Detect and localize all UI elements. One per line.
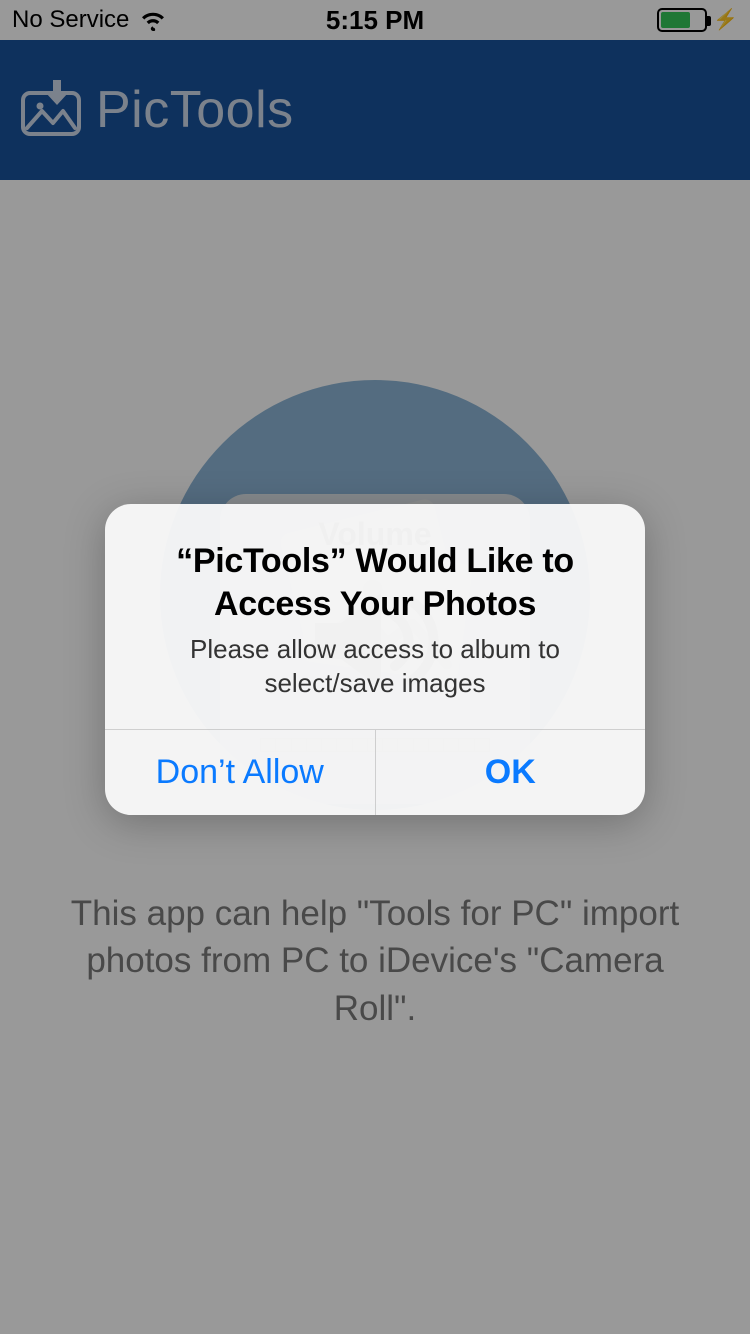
dont-allow-button[interactable]: Don’t Allow [105,730,375,815]
alert-title: “PicTools” Would Like to Access Your Pho… [135,540,615,625]
alert-body: “PicTools” Would Like to Access Your Pho… [105,504,645,729]
alert-message: Please allow access to album to select/s… [135,633,615,701]
alert-actions: Don’t Allow OK [105,729,645,815]
screen-root: No Service 5:15 PM ⚡ PicTools [0,0,750,1334]
ok-button[interactable]: OK [376,730,646,815]
permission-alert: “PicTools” Would Like to Access Your Pho… [105,504,645,815]
